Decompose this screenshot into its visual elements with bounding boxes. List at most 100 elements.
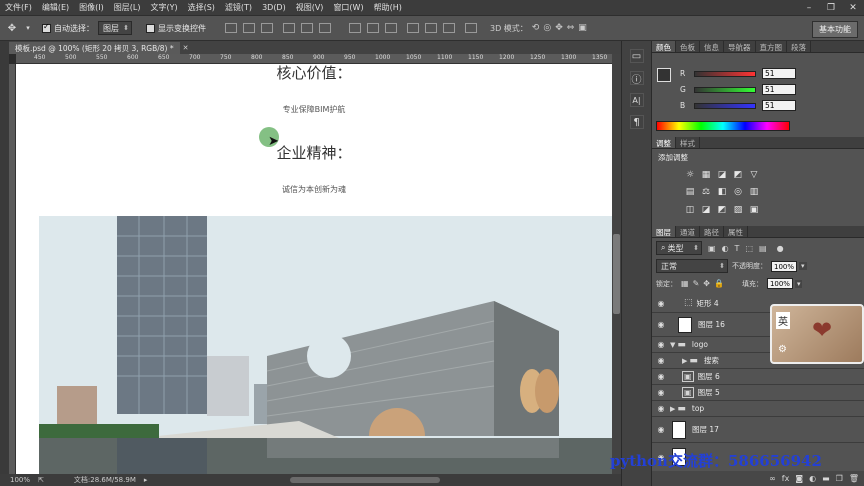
restore-icon[interactable]: ❐ — [820, 0, 842, 15]
fill-dropdown-icon[interactable]: ▾ — [794, 279, 803, 288]
tool-preset-dropdown-icon[interactable]: ▾ — [20, 20, 36, 36]
tab-close-icon[interactable]: ✕ — [183, 44, 189, 52]
auto-select-checkbox[interactable] — [42, 22, 51, 33]
new-group-icon[interactable]: ▬ — [822, 474, 830, 483]
3d-roll-icon[interactable]: ◎ — [543, 23, 551, 33]
ime-language-label[interactable]: 英 — [776, 312, 790, 329]
blend-mode-select[interactable]: 正常 — [656, 259, 728, 273]
distribute-right-icon[interactable] — [443, 23, 455, 33]
channel-r-slider[interactable] — [694, 70, 756, 77]
menu-image[interactable]: 图像(I) — [74, 2, 109, 13]
menu-select[interactable]: 选择(S) — [183, 2, 220, 13]
photo-filter-icon[interactable]: ◎ — [732, 186, 744, 197]
menu-3d[interactable]: 3D(D) — [257, 3, 291, 12]
layer-name[interactable]: 搜索 — [704, 355, 719, 366]
hue-saturation-icon[interactable]: ▤ — [684, 186, 696, 197]
channel-b-value[interactable]: 51 — [762, 100, 796, 111]
tab-swatches[interactable]: 色板 — [676, 41, 700, 52]
history-icon[interactable]: ▭ — [629, 49, 644, 63]
opacity-value[interactable]: 100% — [771, 260, 798, 272]
channel-g-slider[interactable] — [694, 86, 756, 93]
visibility-eye-icon[interactable]: ◉ — [652, 425, 670, 434]
canvas[interactable]: 核心价值： 专业保障BIM护航 ➤ 企业精神： 诚信为本创新为魂 — [16, 64, 612, 474]
distribute-bottom-icon[interactable] — [385, 23, 397, 33]
distribute-left-icon[interactable] — [407, 23, 419, 33]
fill-value[interactable]: 100% — [766, 278, 793, 289]
lock-transparent-icon[interactable]: ▦ — [681, 279, 689, 288]
menu-view[interactable]: 视图(V) — [291, 2, 329, 13]
lock-pixels-icon[interactable]: ✎ — [693, 279, 700, 288]
horizontal-scrollbar[interactable] — [290, 477, 440, 483]
color-spectrum[interactable] — [656, 121, 790, 131]
invert-icon[interactable]: ◫ — [684, 204, 696, 215]
group-collapsed-icon[interactable]: ▶ — [682, 357, 687, 365]
visibility-eye-icon[interactable]: ◉ — [652, 388, 670, 397]
layer-row[interactable]: ◉ ▶ ▬ top — [652, 401, 864, 417]
filter-adjustment-icon[interactable]: ◐ — [722, 244, 729, 253]
layer-name[interactable]: 图层 5 — [698, 387, 720, 398]
document-tab[interactable]: 模板.psd @ 100% (矩形 20 拷贝 3, RGB/8) * — [9, 42, 180, 54]
3d-slide-icon[interactable]: ⇔ — [567, 23, 575, 33]
filter-type-icon[interactable]: T — [735, 244, 740, 253]
menu-file[interactable]: 文件(F) — [0, 2, 37, 13]
levels-icon[interactable]: ▦ — [700, 169, 712, 180]
channel-g-value[interactable]: 51 — [762, 84, 796, 95]
add-mask-icon[interactable]: ◙ — [795, 474, 803, 483]
new-layer-icon[interactable]: ❐ — [836, 474, 843, 483]
visibility-eye-icon[interactable]: ◉ — [652, 372, 670, 381]
group-collapsed-icon[interactable]: ▶ — [670, 405, 675, 413]
group-expanded-icon[interactable]: ▼ — [670, 341, 675, 349]
tab-adjustments[interactable]: 调整 — [652, 137, 676, 148]
filter-shape-icon[interactable]: ⬚ — [745, 244, 753, 253]
filter-pixel-icon[interactable]: ▣ — [708, 244, 716, 253]
visibility-eye-icon[interactable]: ◉ — [652, 404, 670, 413]
visibility-eye-icon[interactable]: ◉ — [652, 340, 670, 349]
tab-properties[interactable]: 属性 — [724, 226, 748, 237]
layer-row[interactable]: ◉ ▣ 图层 5 — [652, 385, 864, 401]
gradient-map-icon[interactable]: ▨ — [732, 204, 744, 215]
paragraph-icon[interactable]: ¶ — [629, 115, 644, 129]
tab-color[interactable]: 颜色 — [652, 41, 676, 52]
info-icon[interactable]: ⓘ — [629, 71, 644, 86]
menu-window[interactable]: 窗口(W) — [328, 2, 368, 13]
close-icon[interactable]: ✕ — [842, 0, 864, 15]
menu-filter[interactable]: 滤镜(T) — [220, 2, 257, 13]
show-transform-checkbox[interactable] — [146, 23, 155, 33]
black-white-icon[interactable]: ◧ — [716, 186, 728, 197]
ime-settings-icon[interactable]: ⚙ — [778, 344, 787, 355]
menu-edit[interactable]: 编辑(E) — [37, 2, 74, 13]
menu-help[interactable]: 帮助(H) — [369, 2, 407, 13]
tab-histogram[interactable]: 直方图 — [756, 41, 787, 52]
3d-pan-icon[interactable]: ✥ — [555, 23, 563, 33]
zoom-level[interactable]: 100% — [10, 476, 30, 484]
scrollbar-thumb[interactable] — [613, 234, 620, 314]
lock-position-icon[interactable]: ✥ — [703, 279, 710, 288]
exposure-icon[interactable]: ◩ — [732, 169, 744, 180]
visibility-eye-icon[interactable]: ◉ — [652, 320, 670, 329]
threshold-icon[interactable]: ◩ — [716, 204, 728, 215]
vibrance-icon[interactable]: ▽ — [748, 169, 760, 180]
tab-navigator[interactable]: 导航器 — [724, 41, 756, 52]
align-hcenter-icon[interactable] — [301, 23, 313, 33]
layer-name[interactable]: 图层 6 — [698, 371, 720, 382]
lock-all-icon[interactable]: 🔒 — [714, 279, 724, 288]
layer-name[interactable]: 图层 16 — [698, 319, 725, 330]
3d-rotate-icon[interactable]: ⟲ — [532, 23, 540, 33]
menu-type[interactable]: 文字(Y) — [145, 2, 182, 13]
visibility-eye-icon[interactable]: ◉ — [652, 299, 670, 308]
layer-row[interactable]: ◉ ▣ 图层 6 — [652, 369, 864, 385]
ime-widget[interactable]: 英 ⚙ ❤ — [770, 304, 864, 364]
new-adjustment-icon[interactable]: ◐ — [809, 474, 816, 483]
filter-smart-icon[interactable]: ▤ — [759, 244, 767, 253]
tab-info[interactable]: 信息 — [700, 41, 724, 52]
channel-b-slider[interactable] — [694, 102, 756, 109]
distribute-top-icon[interactable] — [349, 23, 361, 33]
layer-style-icon[interactable]: fx — [782, 474, 790, 483]
layer-name[interactable]: 矩形 4 — [697, 298, 719, 309]
channel-r-value[interactable]: 51 — [762, 68, 796, 79]
layer-row[interactable]: ◉ 图层 17 — [652, 417, 864, 443]
export-icon[interactable]: ⇱ — [38, 476, 44, 484]
layer-name[interactable]: 图层 17 — [692, 424, 719, 435]
layer-name[interactable]: logo — [692, 340, 708, 349]
menu-layer[interactable]: 图层(L) — [109, 2, 146, 13]
